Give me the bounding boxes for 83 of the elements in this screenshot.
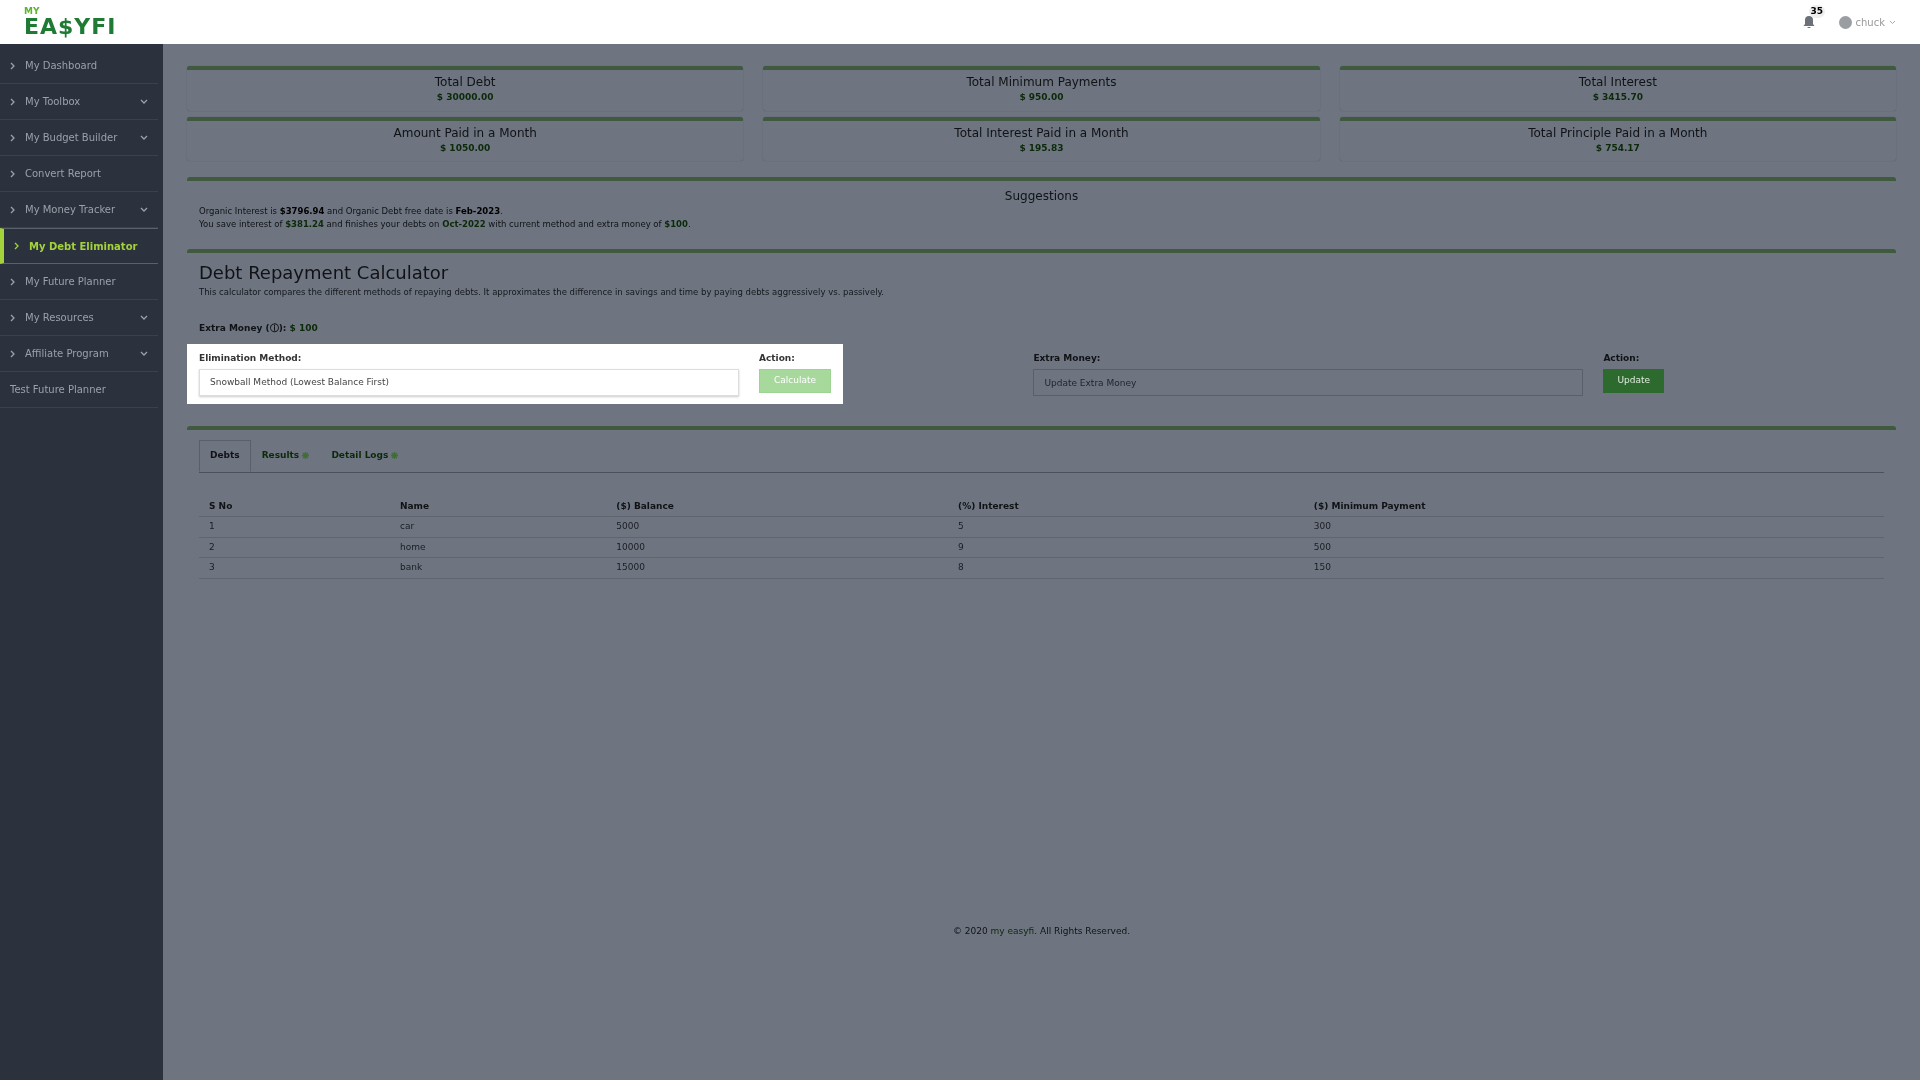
user-name: chuck: [1855, 15, 1885, 30]
method-select[interactable]: Snowball Method (Lowest Balance First): [199, 369, 739, 397]
stat-label: Total Interest: [1577, 74, 1658, 91]
logo-text: EA$YFI: [24, 15, 117, 38]
stat-label: Total Minimum Payments: [965, 74, 1118, 91]
notification-count: 35: [1808, 4, 1826, 19]
table-cell: bank: [389, 557, 607, 579]
stat-value: $ 950.00: [1018, 91, 1065, 104]
footer-text: © 2020 my easyfi. All Rights Reserved.: [951, 924, 1132, 938]
stat-label: Total Principle Paid in a Month: [1527, 124, 1709, 142]
sidebar-item[interactable]: My Dashboard: [0, 48, 158, 84]
stat-label: Total Debt: [433, 74, 497, 91]
field-label: Extra Money:: [1033, 351, 1102, 365]
extra-money-input[interactable]: Update Extra Money: [1033, 369, 1584, 397]
sidebar-item[interactable]: My Budget Builder: [0, 120, 158, 156]
chevron-right-icon: [10, 169, 15, 178]
sidebar-item[interactable]: My Resources: [0, 300, 158, 336]
asterisk-icon: [391, 452, 399, 460]
calculator-description: This calculator compares the different methods of repaying debts. It approximates the difference in savings and time by paying debts aggressively vs. passively.: [199, 285, 885, 299]
tab[interactable]: Detail Logs: [320, 440, 410, 472]
column-header: ($) Minimum Payment: [1303, 496, 1884, 517]
bell-icon: [1802, 15, 1815, 29]
chevron-down-icon: [140, 207, 148, 212]
update-button[interactable]: Update: [1603, 369, 1664, 393]
field-label: Elimination Method:: [199, 351, 303, 365]
table-cell: car: [389, 516, 607, 538]
table-cell: 1: [199, 516, 390, 538]
tab[interactable]: Results: [250, 440, 321, 472]
field-label: Action:: [1603, 351, 1641, 365]
user-menu[interactable]: chuck: [1838, 14, 1896, 30]
stat-value: $ 1050.00: [438, 141, 492, 155]
stat-value: $ 754.17: [1594, 141, 1641, 155]
chevron-right-icon: [10, 61, 15, 70]
sidebar-item[interactable]: Convert Report: [0, 156, 158, 192]
table-cell: 15000: [606, 557, 949, 579]
table-cell: home: [389, 537, 607, 558]
stat-label: Total Interest Paid in a Month: [953, 124, 1130, 142]
logo-small-text: MY: [24, 6, 41, 16]
avatar: [1838, 15, 1852, 29]
chevron-down-icon: [140, 135, 148, 140]
chevron-down-icon: [140, 99, 148, 104]
asterisk-icon: [302, 452, 310, 460]
sidebar-item[interactable]: My Toolbox: [0, 84, 158, 120]
extra-money-label: Extra Money (ⓘ): $ 100: [199, 322, 319, 336]
table-cell: 3: [199, 557, 390, 579]
calculator-title: Debt Repayment Calculator: [199, 260, 450, 285]
table-cell: 150: [1303, 557, 1884, 579]
chevron-down-icon: [140, 315, 148, 320]
table-cell: 9: [948, 537, 1304, 558]
chevron-down-icon: [140, 351, 148, 356]
chevron-right-icon: [10, 205, 15, 214]
sidebar-item[interactable]: My Debt Eliminator: [0, 228, 158, 264]
chevron-right-icon: [10, 133, 15, 142]
field-label: Action:: [758, 351, 796, 365]
tab[interactable]: Debts: [199, 440, 251, 472]
column-header: ($) Balance: [606, 496, 949, 517]
table-cell: 500: [1303, 537, 1884, 558]
stat-value: $ 3415.70: [1591, 91, 1644, 104]
sidebar-item[interactable]: Test Future Planner: [0, 372, 158, 408]
chevron-right-icon: [10, 277, 15, 286]
chevron-right-icon: [10, 349, 15, 358]
sidebar-item[interactable]: My Future Planner: [0, 264, 158, 300]
stat-value: $ 30000.00: [435, 91, 495, 104]
caret-down-icon: [1889, 19, 1896, 25]
stat-value: $ 195.83: [1018, 141, 1065, 155]
suggestions-title: Suggestions: [1003, 188, 1080, 205]
sidebar-item[interactable]: My Money Tracker: [0, 192, 158, 228]
suggestion-text: You save interest of $381.24 and finishes your debts on Oct-2022 with current method and extra money of $100.: [199, 217, 692, 231]
column-header: (%) Interest: [948, 496, 1304, 517]
table-cell: 300: [1303, 516, 1884, 538]
table-cell: 8: [948, 557, 1304, 579]
table-cell: 10000: [606, 537, 949, 558]
column-header: Name: [389, 496, 607, 517]
table-cell: 5: [948, 516, 1304, 538]
stat-label: Amount Paid in a Month: [392, 124, 538, 142]
chevron-right-icon: [14, 242, 19, 250]
chevron-right-icon: [10, 97, 15, 106]
table-cell: 2: [199, 537, 390, 558]
column-header: S No: [199, 496, 390, 517]
suggestion-text: Organic Interest is $3796.94 and Organic Debt free date is Feb-2023.: [199, 205, 504, 218]
sidebar-item[interactable]: Affiliate Program: [0, 336, 158, 372]
chevron-right-icon: [10, 313, 15, 322]
table-cell: 5000: [606, 516, 949, 538]
